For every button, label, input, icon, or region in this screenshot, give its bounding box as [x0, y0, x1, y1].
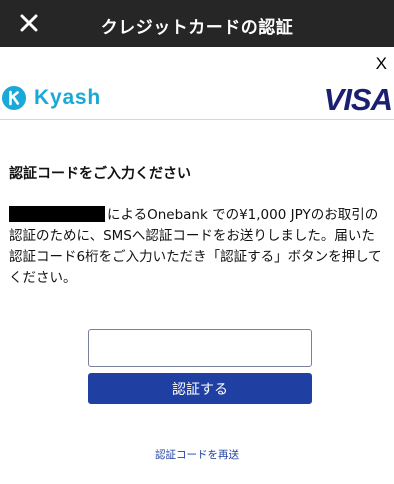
- kyash-logo-icon: [2, 86, 26, 110]
- redacted-block: [9, 206, 105, 222]
- verification-code-input[interactable]: [88, 329, 312, 367]
- section-heading: 認証コードをご入力ください: [9, 166, 191, 182]
- resend-code-link[interactable]: 認証コードを再送: [0, 447, 394, 462]
- kyash-logo: Kyash: [2, 86, 101, 110]
- kyash-logo-text: Kyash: [34, 86, 102, 109]
- title-bar: クレジットカードの認証: [0, 0, 394, 47]
- visa-logo: VISA: [323, 82, 393, 117]
- brand-bar: Kyash VISA: [0, 76, 394, 120]
- authenticate-button[interactable]: 認証する: [88, 373, 312, 404]
- dismiss-button[interactable]: X: [376, 54, 387, 74]
- page-title: クレジットカードの認証: [100, 18, 294, 38]
- auth-message: によるOnebank での¥1,000 JPYのお取引の認証のために、SMSへ認…: [9, 205, 387, 289]
